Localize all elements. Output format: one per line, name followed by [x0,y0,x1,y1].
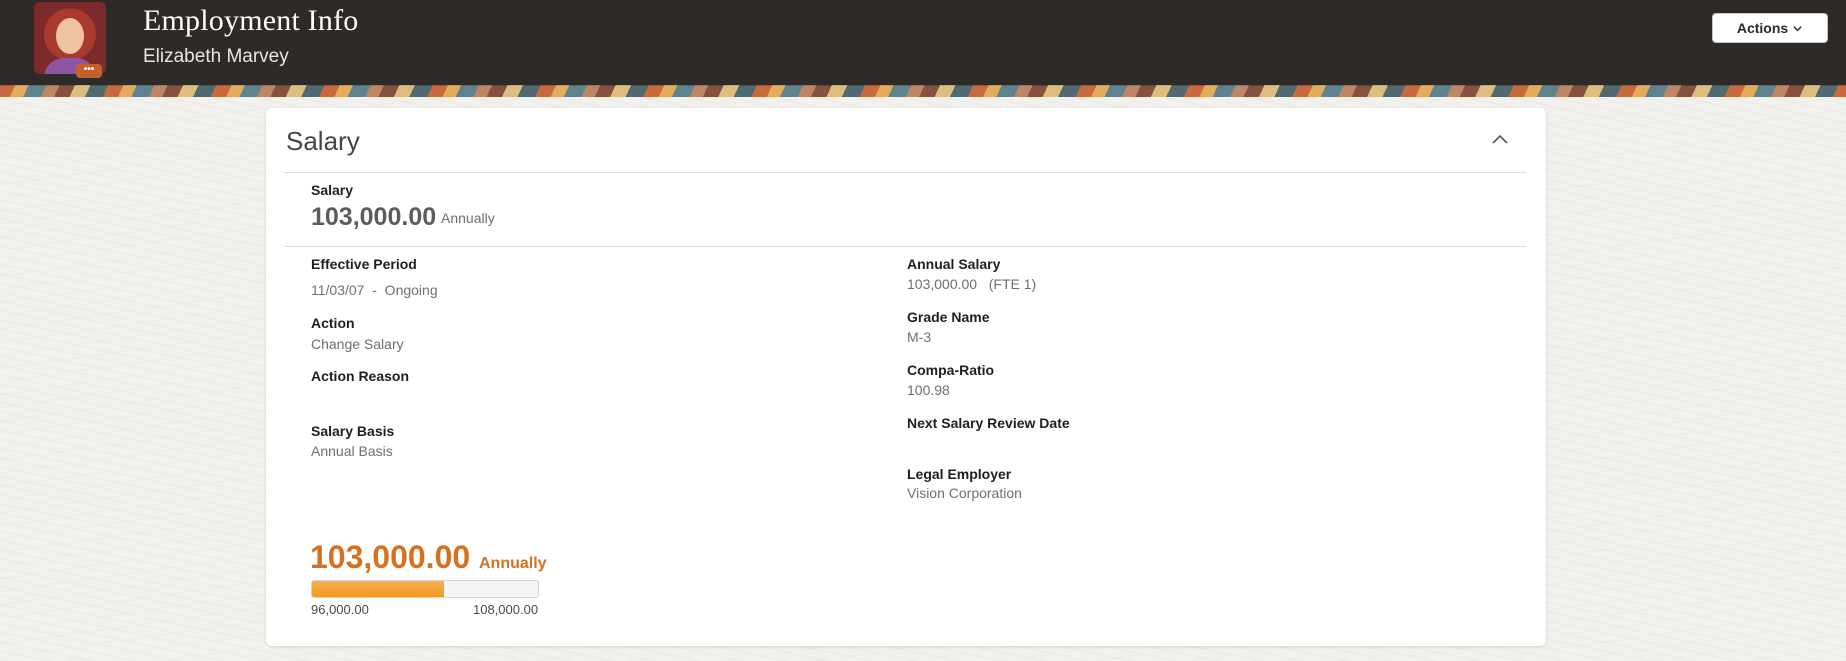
annual-salary-value: 103,000.00 (FTE 1) [907,276,1037,292]
range-salary-amount: 103,000.00 [310,539,471,575]
person-name: Elizabeth Marvey [143,46,289,67]
collapse-section-button[interactable] [1488,128,1512,152]
decorative-banner [0,85,1846,97]
range-max-value: 108,000.00 [473,602,539,617]
range-min-value: 96,000.00 [311,602,369,617]
salary-range-fill [312,581,444,597]
salary-range-bar [311,580,539,598]
page-header: ••• Employment Info Elizabeth Marvey Act… [0,0,1846,86]
salary-amount: 103,000.00 [311,203,437,231]
compa-ratio-label: Compa-Ratio [907,362,995,378]
chevron-up-icon [1492,134,1508,144]
salary-frequency: Annually [441,210,495,226]
section-title: Salary [286,126,360,156]
salary-label: Salary [311,182,354,198]
range-salary-frequency: Annually [479,555,547,572]
effective-period-value: 11/03/07 - Ongoing [311,282,438,298]
next-review-label: Next Salary Review Date [907,415,1070,431]
more-options-badge[interactable]: ••• [76,64,102,78]
salary-basis-value: Annual Basis [311,443,393,459]
action-reason-label: Action Reason [311,368,410,384]
legal-employer-label: Legal Employer [907,466,1012,482]
summary-divider [284,246,1526,247]
legal-employer-value: Vision Corporation [907,485,1022,501]
page-title: Employment Info [143,4,359,37]
annual-salary-label: Annual Salary [907,256,1001,272]
section-divider [284,172,1526,173]
grade-name-label: Grade Name [907,309,990,325]
effective-period-label: Effective Period [311,256,417,272]
compa-ratio-value: 100.98 [907,382,950,398]
avatar-face [56,18,84,54]
grade-name-value: M-3 [907,329,932,345]
actions-button[interactable]: Actions [1712,13,1828,43]
salary-basis-label: Salary Basis [311,423,395,439]
chevron-down-icon [1793,25,1802,31]
action-label: Action [311,315,355,331]
action-value: Change Salary [311,336,404,352]
salary-card: Salary Salary 103,000.00 Annually Effect… [266,108,1546,646]
actions-button-label: Actions [1736,20,1789,36]
